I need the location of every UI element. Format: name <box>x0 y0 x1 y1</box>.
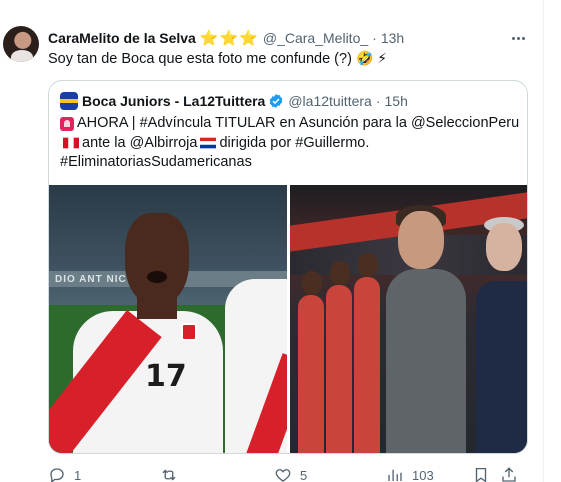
boca-logo-icon <box>60 92 78 110</box>
substitute-player <box>354 277 380 453</box>
emoji-icons: 🤣 ⚡ <box>355 50 388 66</box>
hashtag-link[interactable]: #EliminatoriasSudamericanas <box>60 153 252 173</box>
display-name[interactable]: CaraMelito de la Selva <box>48 30 196 46</box>
jersey-number: 17 <box>145 359 187 394</box>
substitute-head <box>330 261 350 285</box>
quoted-tweet-text: AHORA | #Advíncula TITULAR en Asunción p… <box>60 114 520 173</box>
bookmark-button[interactable] <box>472 466 498 482</box>
tweet-text-body: Soy tan de Boca que esta foto me confund… <box>48 51 352 67</box>
substitute-player <box>298 295 324 453</box>
coach-head <box>398 211 444 269</box>
bookmark-icon <box>475 467 487 482</box>
staff-head <box>486 223 522 271</box>
substitute-player <box>326 285 352 453</box>
retweet-button[interactable] <box>160 466 186 482</box>
quoted-line-2: ante la @Albirroja dirigida por #Guiller… <box>60 134 520 154</box>
paraguay-flag-icon <box>200 137 217 149</box>
handle[interactable]: @_Cara_Melito_ <box>263 30 368 46</box>
quoted-line-3: #EliminatoriasSudamericanas <box>60 153 520 173</box>
view-count: 103 <box>412 467 434 482</box>
quoted-line-2b-text: dirigida por #Guillermo. <box>219 134 370 151</box>
quoted-tweet-header: Boca Juniors - La12Tuittera @la12tuitter… <box>60 91 408 111</box>
separator-dot: · <box>375 93 381 109</box>
player-mouth <box>147 271 167 283</box>
quoted-line-2a-text: ante la @Albirroja <box>82 134 198 151</box>
coach-shirt <box>386 269 466 453</box>
separator-dot: · <box>372 30 377 46</box>
quoted-tweet[interactable]: Boca Juniors - La12Tuittera @la12tuitter… <box>48 80 528 454</box>
timeline-divider <box>543 0 544 482</box>
quoted-line-1-text: AHORA | #Advíncula TITULAR en Asunción p… <box>77 115 520 131</box>
star-badge-icon: ⭐⭐⭐ <box>199 30 259 47</box>
substitute-head <box>302 271 322 295</box>
verified-badge-icon <box>270 94 283 108</box>
media-grid[interactable]: DIO ANT NICO 17 <box>49 185 527 453</box>
tweet-header: CaraMelito de la Selva ⭐⭐⭐ @_Cara_Melito… <box>48 28 404 48</box>
jersey-crest-icon <box>181 323 197 341</box>
quoted-handle[interactable]: @la12tuittera <box>288 93 371 109</box>
player-photo[interactable]: DIO ANT NICO 17 <box>49 185 287 453</box>
tweet[interactable]: CaraMelito de la Selva ⭐⭐⭐ @_Cara_Melito… <box>0 0 543 482</box>
views-button[interactable]: 103 <box>386 466 434 482</box>
timestamp[interactable]: 13h <box>381 30 404 46</box>
substitute-head <box>358 253 378 277</box>
more-options-icon[interactable] <box>509 29 527 47</box>
coach-photo[interactable] <box>290 185 527 453</box>
like-count: 5 <box>300 467 308 482</box>
avatar[interactable] <box>3 26 39 62</box>
action-bar: 1 5 103 <box>48 466 528 482</box>
tweet-text: Soy tan de Boca que esta foto me confund… <box>48 50 387 67</box>
views-icon <box>388 469 402 481</box>
heart-icon <box>275 469 291 482</box>
reply-button[interactable]: 1 <box>48 466 81 482</box>
player-head <box>125 213 189 305</box>
share-icon <box>502 467 516 482</box>
reply-count: 1 <box>74 467 82 482</box>
reply-icon <box>50 468 64 482</box>
quoted-timestamp[interactable]: 15h <box>385 93 408 109</box>
siren-icon <box>60 116 74 131</box>
staff-member <box>476 281 527 453</box>
share-button[interactable] <box>500 466 526 482</box>
peru-flag-icon <box>63 137 79 149</box>
stadium-ad-text: DIO ANT NICO <box>55 274 136 285</box>
retweet-icon <box>162 469 176 481</box>
like-button[interactable]: 5 <box>274 466 307 482</box>
quoted-line-1: AHORA | #Advíncula TITULAR en Asunción p… <box>60 114 520 134</box>
quoted-display-name[interactable]: Boca Juniors - La12Tuittera <box>82 93 265 109</box>
